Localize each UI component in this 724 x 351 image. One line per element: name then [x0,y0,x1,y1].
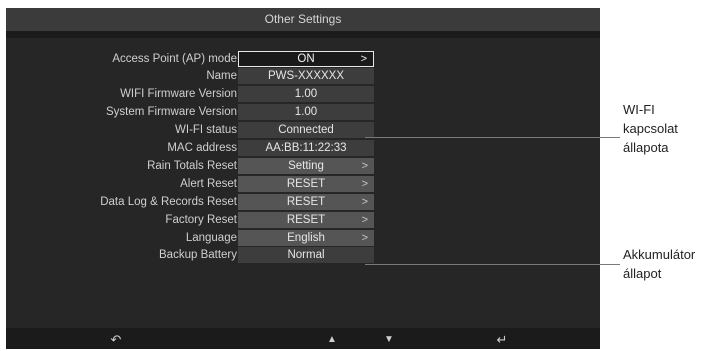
rain-totals-reset-label: Rain Totals Reset [147,160,237,172]
rain-totals-reset-button[interactable]: Setting > [238,158,374,174]
name-label: Name [206,70,237,82]
alert-reset-label: Alert Reset [180,178,237,190]
annotation-line: állapot [623,266,662,281]
factory-reset-label: Factory Reset [165,214,237,226]
backup-battery-label: Backup Battery [159,249,237,261]
factory-reset-button[interactable]: RESET > [238,212,374,228]
battery-callout-line [365,264,620,265]
wifi-firmware-value: 1.00 [238,86,374,102]
annotation-line: WI-FI [623,102,655,117]
chevron-right-icon: > [360,53,367,65]
mac-address-value: AA:BB:11:22:33 [238,140,374,156]
system-firmware-value: 1.00 [238,104,374,120]
battery-status-annotation: Akkumulátor állapot [623,245,695,283]
wifi-callout-line [365,137,620,138]
up-arrow-icon[interactable]: ▲ [320,330,344,349]
data-log-reset-label: Data Log & Records Reset [100,196,237,208]
annotation-line: kapcsolat [623,121,678,136]
language-value-text: English [287,232,325,244]
settings-panel: Access Point (AP) mode ON > Name PWS-XXX… [6,38,600,328]
screen-title: Other Settings [6,8,600,31]
down-arrow-icon[interactable]: ▼ [377,330,401,349]
enter-icon[interactable]: ↵ [490,330,514,349]
language-label: Language [185,232,237,244]
system-firmware-label: System Firmware Version [105,106,237,118]
data-log-reset-text: RESET [286,196,326,208]
chevron-right-icon: > [361,160,368,172]
annotation-line: Akkumulátor [623,247,696,262]
backup-battery-value: Normal [238,247,374,263]
chevron-right-icon: > [361,196,368,208]
rain-totals-reset-text: Setting [288,160,324,172]
wifi-firmware-label: WIFI Firmware Version [120,88,237,100]
mac-address-label: MAC address [167,142,237,154]
alert-reset-text: RESET [286,178,326,190]
chevron-right-icon: > [361,214,368,226]
back-icon[interactable]: ↶ [104,330,128,349]
wifi-status-label: WI-FI status [175,124,237,136]
wifi-status-value: Connected [238,122,374,138]
wifi-status-annotation: WI-FI kapcsolat állapota [623,100,678,157]
footer-nav: ↶ ▲ ▼ ↵ [6,330,600,349]
name-value: PWS-XXXXXX [238,68,374,84]
chevron-right-icon: > [361,178,368,190]
data-log-reset-button[interactable]: RESET > [238,194,374,210]
ap-mode-value[interactable]: ON > [238,51,374,67]
ap-mode-label: Access Point (AP) mode [112,53,237,65]
annotation-line: állapota [623,140,669,155]
alert-reset-button[interactable]: RESET > [238,176,374,192]
ap-mode-value-text: ON [297,53,315,65]
language-select[interactable]: English > [238,230,374,246]
chevron-right-icon: > [361,232,368,244]
factory-reset-text: RESET [286,214,326,226]
device-screen: Other Settings Access Point (AP) mode ON… [6,8,600,349]
